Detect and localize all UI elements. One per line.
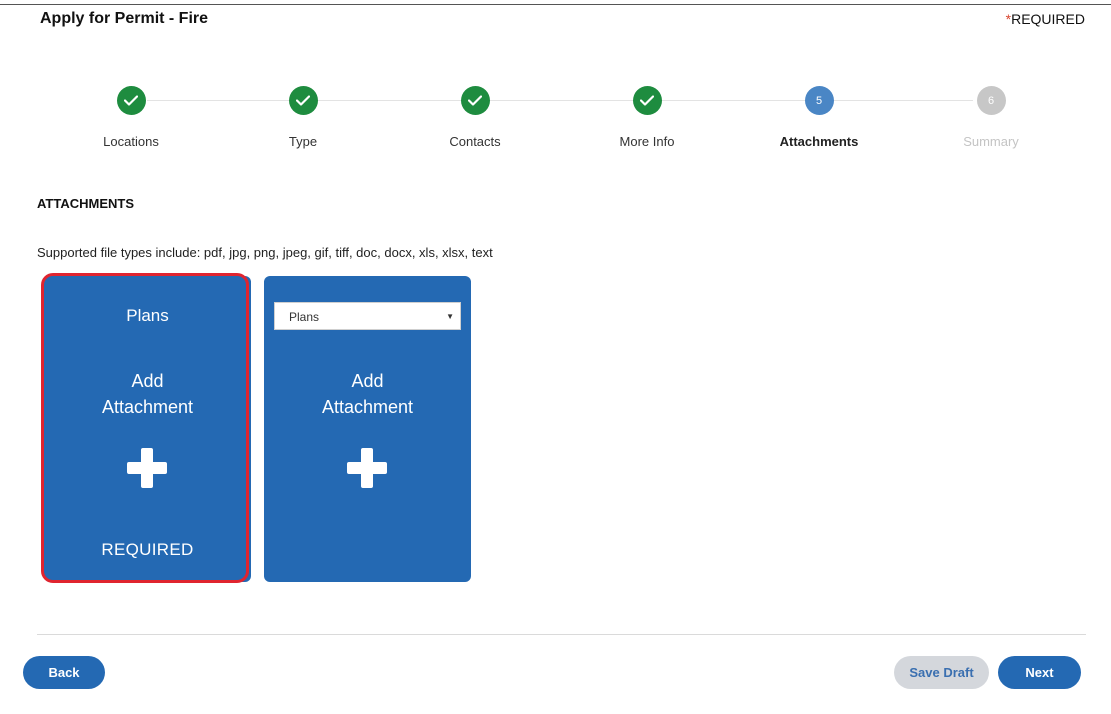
step-label: Contacts [449,134,501,149]
step-type[interactable]: Type [217,86,389,149]
check-icon [468,95,482,106]
step-locations[interactable]: Locations [45,86,217,149]
attachment-line: Attachment [321,397,414,417]
step-done-circle [116,86,146,115]
save-draft-button[interactable]: Save Draft [894,656,989,689]
check-icon [296,95,310,106]
step-label: Locations [103,134,159,149]
step-label: Type [288,134,318,149]
supported-file-types: Supported file types include: pdf, jpg, … [37,245,493,260]
required-label: REQUIRED [1011,11,1085,27]
footer-divider [37,634,1086,635]
next-button[interactable]: Next [998,656,1081,689]
required-note: *REQUIRED [1006,11,1085,27]
add-attachment-text: Add Attachment [264,368,471,420]
step-done-circle [288,86,318,115]
step-label: Summary [963,134,1019,149]
attachment-card-optional[interactable]: Plans ▼ Add Attachment [264,276,471,582]
step-done-circle [460,86,490,115]
back-button[interactable]: Back [23,656,105,689]
step-number-circle: 5 [804,86,834,115]
add-line: Add [351,371,384,391]
plus-icon[interactable] [127,448,167,488]
dropdown-caret-icon: ▼ [446,312,454,321]
top-divider [0,4,1111,5]
select-value: Plans [289,310,320,324]
add-attachment-text: Add Attachment [44,368,251,420]
step-label: Attachments [779,134,859,149]
progress-stepper: Locations Type Contacts More Info 5 Atta… [45,86,1077,156]
step-label: More Info [619,134,675,149]
step-done-circle [632,86,662,115]
required-text: REQUIRED [101,540,194,559]
plus-icon[interactable] [347,448,387,488]
check-icon [124,95,138,106]
add-line: Add [131,371,164,391]
section-title: ATTACHMENTS [37,196,135,211]
attachment-type-label: Plans [126,306,169,325]
attachment-type-select[interactable]: Plans ▼ [274,302,461,330]
step-more-info[interactable]: More Info [561,86,733,149]
attachment-line: Attachment [101,397,194,417]
step-summary: 6 Summary [905,86,1077,149]
page-title: Apply for Permit - Fire [40,10,209,27]
step-contacts[interactable]: Contacts [389,86,561,149]
attachment-card-required[interactable]: Plans Add Attachment REQUIRED [44,276,251,582]
check-icon [640,95,654,106]
step-attachments[interactable]: 5 Attachments [733,86,905,149]
step-number-circle: 6 [976,86,1006,115]
